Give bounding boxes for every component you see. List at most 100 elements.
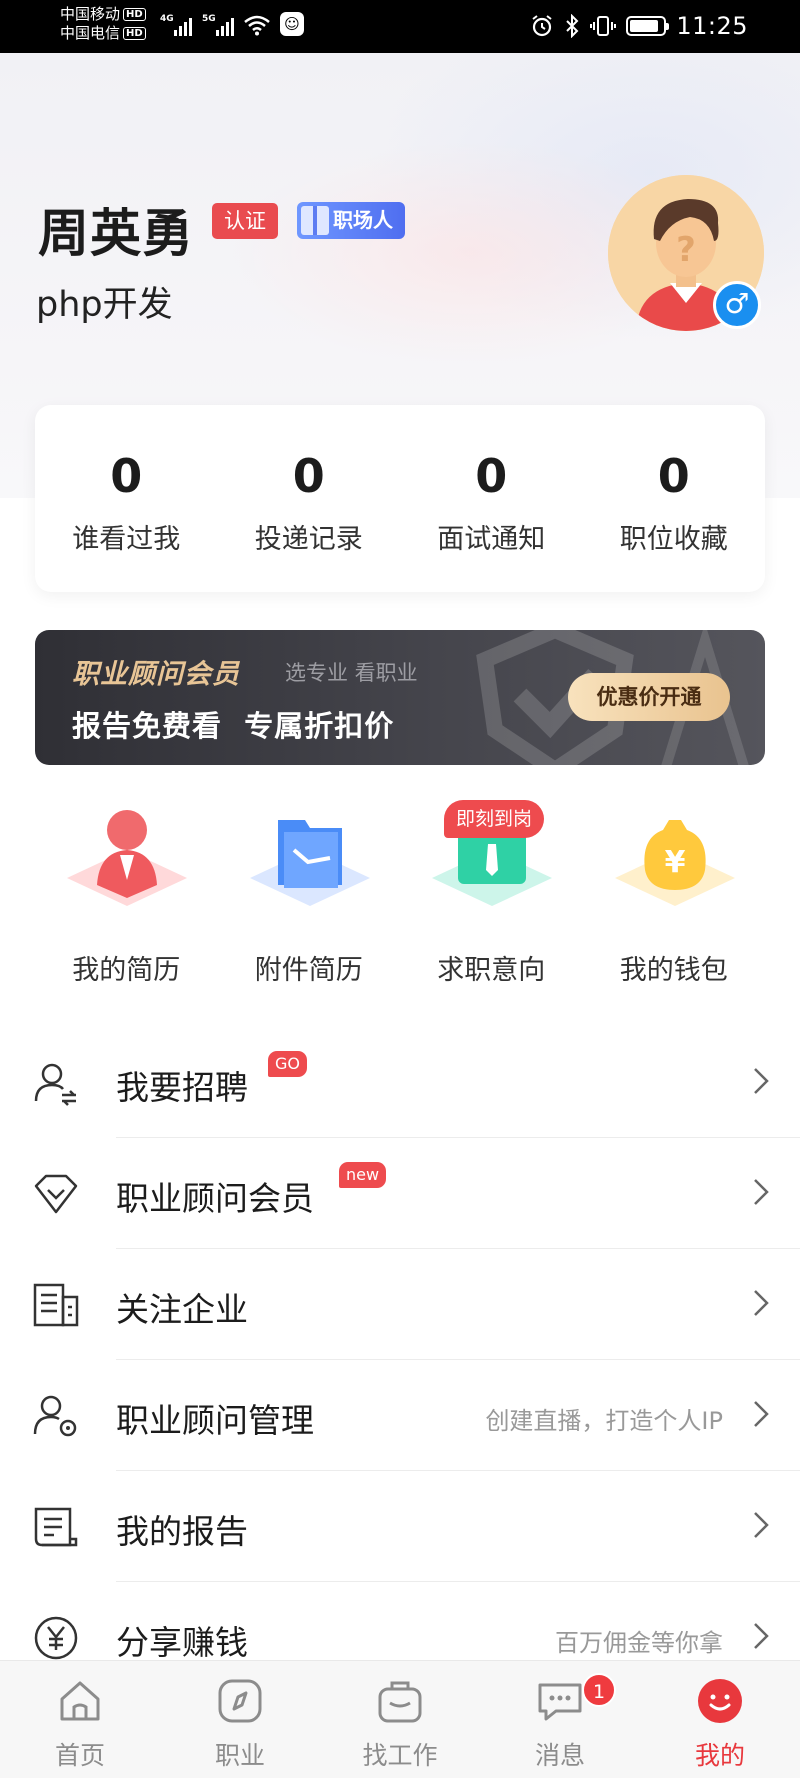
resume-icon — [67, 810, 187, 906]
stat-interviews[interactable]: 0 面试通知 — [400, 405, 583, 592]
stat-value: 0 — [657, 449, 690, 503]
role-badge-label: 职场人 — [333, 208, 393, 232]
new-tag: new — [339, 1162, 387, 1188]
menu-label: 我要招聘 — [116, 1068, 248, 1107]
menu-item-followed-companies[interactable]: 关注企业 — [0, 1249, 800, 1360]
vip-open-button[interactable]: 优惠价开通 — [568, 673, 730, 721]
briefcase-icon — [378, 1681, 422, 1723]
vibrate-icon — [590, 16, 617, 36]
chevron-right-icon — [754, 1068, 769, 1094]
signal-group: 4G 5G ☺ — [160, 12, 304, 36]
quick-my-resume[interactable]: 我的简历 — [35, 795, 218, 990]
stat-value: 0 — [292, 449, 325, 503]
stat-value: 0 — [110, 449, 143, 503]
svg-text:¥: ¥ — [664, 845, 685, 880]
menu-item-advisor-management[interactable]: 职业顾问管理 创建直播，打造个人IP — [0, 1360, 800, 1471]
tab-home[interactable]: 首页 — [0, 1661, 160, 1778]
hd-badge: HD — [123, 8, 146, 21]
folder-icon — [249, 820, 370, 906]
available-now-tag: 即刻到岗 — [444, 800, 545, 838]
menu-item-recruit[interactable]: 我要招聘 GO — [0, 1027, 800, 1138]
battery-icon — [626, 16, 670, 36]
tab-label: 职业 — [214, 1741, 265, 1770]
carrier-info: 中国移动 HD 中国电信 HD — [60, 5, 146, 43]
quick-actions: 我的简历 附件简历 求职意向 ¥ 我的钱包 — [35, 795, 765, 990]
tab-label: 找工作 — [362, 1741, 438, 1770]
svg-text:?: ? — [676, 230, 696, 270]
bottom-tab-bar: 首页 职业 找工作 1 消息 我的 — [0, 1660, 800, 1778]
quick-label: 我的简历 — [72, 955, 181, 986]
chevron-right-icon — [754, 1512, 769, 1538]
stat-value: 0 — [475, 449, 508, 503]
tab-label: 消息 — [534, 1741, 585, 1770]
tab-find-job[interactable]: 找工作 — [320, 1661, 480, 1778]
message-icon — [538, 1683, 582, 1721]
menu-label: 职业顾问管理 — [116, 1401, 314, 1440]
stat-favorites[interactable]: 0 职位收藏 — [583, 405, 766, 592]
stats-card: 0 谁看过我 0 投递记录 0 面试通知 0 职位收藏 — [35, 405, 765, 592]
vip-title: 职业顾问会员 — [72, 659, 240, 690]
menu-item-my-report[interactable]: 我的报告 — [0, 1471, 800, 1582]
qq-icon: ☺ — [280, 12, 304, 36]
tab-me[interactable]: 我的 — [640, 1661, 800, 1778]
wifi-icon — [244, 15, 270, 36]
stat-label: 职位收藏 — [619, 524, 728, 555]
user-settings-icon — [33, 1395, 77, 1437]
menu-label: 我的报告 — [116, 1512, 248, 1551]
tab-label: 我的 — [694, 1741, 745, 1770]
signal-icon: 4G — [160, 14, 192, 36]
role-badge[interactable]: 职场人 — [297, 202, 405, 239]
alarm-icon — [532, 15, 552, 37]
compass-icon — [218, 1679, 262, 1723]
hd-badge: HD — [123, 27, 146, 40]
tab-label: 首页 — [54, 1741, 105, 1770]
signal-icon: 5G — [202, 14, 234, 36]
carrier-1: 中国移动 — [60, 5, 121, 23]
user-name[interactable]: 周英勇 — [38, 192, 194, 266]
recruit-icon — [34, 1063, 76, 1106]
network-type: 4G — [160, 14, 174, 24]
menu-label: 职业顾问会员 — [116, 1179, 314, 1218]
chevron-right-icon — [754, 1179, 769, 1205]
report-icon — [34, 1507, 78, 1547]
quick-label: 我的钱包 — [619, 955, 728, 986]
menu-label: 关注企业 — [116, 1290, 248, 1329]
clock: 11:25 — [676, 12, 748, 40]
vip-headline: 报告免费看 专属折扣价 — [72, 709, 395, 743]
menu-hint: 百万佣金等你拿 — [555, 1629, 723, 1657]
diamond-icon — [34, 1174, 78, 1214]
chevron-right-icon — [754, 1401, 769, 1427]
home-icon — [60, 1681, 100, 1721]
vip-banner[interactable]: 职业顾问会员 选专业 看职业 报告免费看 专属折扣价 优惠价开通 — [35, 630, 765, 765]
tab-messages[interactable]: 1 消息 — [480, 1661, 640, 1778]
unread-badge: 1 — [582, 1673, 616, 1707]
company-icon — [33, 1283, 79, 1327]
menu-item-vip[interactable]: 职业顾问会员 new — [0, 1138, 800, 1249]
gender-icon: ♂ — [713, 281, 761, 329]
carrier-2: 中国电信 — [60, 24, 121, 42]
yuan-icon — [34, 1616, 78, 1660]
stat-viewed-me[interactable]: 0 谁看过我 — [35, 405, 218, 592]
quick-label: 附件简历 — [254, 955, 363, 986]
network-type: 5G — [202, 14, 216, 24]
go-tag: GO — [268, 1051, 307, 1077]
verified-badge[interactable]: 认证 — [212, 203, 278, 239]
bluetooth-icon — [566, 14, 579, 38]
wallet-icon: ¥ — [614, 820, 735, 906]
stat-label: 面试通知 — [437, 524, 546, 555]
stat-label: 谁看过我 — [72, 524, 181, 555]
battery-level — [630, 20, 658, 32]
status-right: 11:25 — [530, 12, 748, 40]
me-icon — [698, 1679, 742, 1723]
quick-my-wallet[interactable]: ¥ 我的钱包 — [583, 795, 766, 990]
quick-attachment-resume[interactable]: 附件简历 — [218, 795, 401, 990]
job-title[interactable]: php开发 — [36, 276, 173, 327]
quick-label: 求职意向 — [437, 955, 546, 986]
chevron-right-icon — [754, 1623, 769, 1649]
status-bar: 中国移动 HD 中国电信 HD 4G 5G ☺ 11:25 — [0, 0, 800, 53]
stat-applications[interactable]: 0 投递记录 — [218, 405, 401, 592]
vip-subtitle: 选专业 看职业 — [285, 661, 418, 685]
tab-career[interactable]: 职业 — [160, 1661, 320, 1778]
stat-label: 投递记录 — [254, 524, 363, 555]
chevron-right-icon — [754, 1290, 769, 1316]
